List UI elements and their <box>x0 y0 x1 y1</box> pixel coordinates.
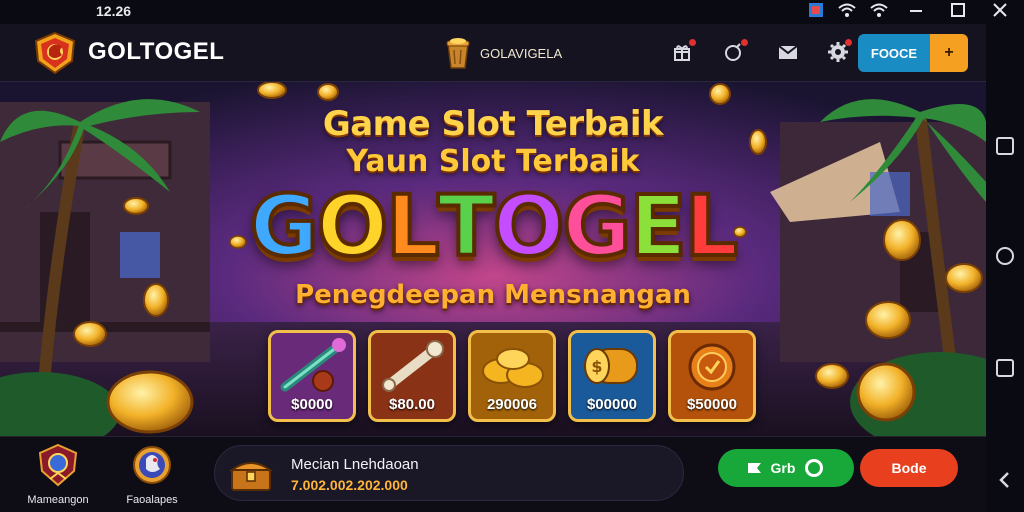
prize-price: $0000 <box>291 396 333 413</box>
system-nav-rail <box>986 24 1024 512</box>
logo-letter: G <box>248 175 321 277</box>
logo-letter: G <box>560 175 633 277</box>
banner-subtitle: Penegdeepan Mensnangan <box>295 280 691 310</box>
prize-card[interactable]: 290006 <box>468 330 556 422</box>
app-header: GOLTOGEL GOLAVIGELA FOOCE + <box>0 24 986 82</box>
svg-text:$: $ <box>591 357 602 376</box>
prize-price: 290006 <box>486 396 538 413</box>
mail-icon[interactable] <box>774 38 802 66</box>
circle-icon[interactable] <box>995 246 1015 266</box>
jackpot-ticker[interactable]: Mecian Lnehdaoan 7.002.002.202.000 <box>214 445 684 501</box>
deposit-button-label: FOOCE <box>858 34 930 72</box>
footer-item-faoalapes[interactable]: Faoalapes <box>112 443 192 506</box>
notification-badge <box>689 39 696 46</box>
logo-letter: T <box>436 175 497 277</box>
banner-logo-text: GOLTOGEL <box>0 175 986 277</box>
banner-title-secondary: Yaun Slot Terbaik <box>346 144 640 179</box>
prize-card[interactable]: $50000 <box>668 330 756 422</box>
staff-icon <box>280 338 346 392</box>
notification-badge <box>845 39 852 46</box>
prize-price: $00000 <box>586 396 638 413</box>
logo-letter: L <box>683 175 740 277</box>
treasure-chest-icon <box>229 462 273 491</box>
wifi-icon <box>870 3 888 17</box>
status-time: 12.26 <box>96 3 132 19</box>
coin-roll-icon: $ <box>584 348 638 384</box>
logo-letter: L <box>384 175 441 277</box>
minimize-icon[interactable] <box>902 2 930 18</box>
gear-icon[interactable] <box>824 38 852 66</box>
featured-game[interactable]: GOLAVIGELA <box>444 36 562 70</box>
rooster-emblem-icon <box>133 446 171 484</box>
logo-letter: O <box>315 175 390 277</box>
screen: 12.26 GOLTOGEL GOLAVIGELA FOOCE + Game S… <box>0 0 1024 512</box>
claim-button-label: Grb <box>770 460 796 476</box>
coin-badge-icon <box>805 459 824 477</box>
bomb-icon[interactable] <box>720 38 748 66</box>
featured-game-label: GOLAVIGELA <box>480 45 563 61</box>
gold-coins-icon <box>482 348 544 388</box>
flag-icon <box>747 463 761 473</box>
footer-item-mameangon[interactable]: Mameangon <box>18 443 98 506</box>
footer-item-label: Faoalapes <box>126 494 178 506</box>
brand-logo[interactable] <box>32 31 78 75</box>
promo-banner[interactable]: Game Slot Terbaik Yaun Slot Terbaik GOLT… <box>0 82 986 436</box>
banner-title: Game Slot Terbaik <box>322 104 664 144</box>
footer-item-label: Mameangon <box>27 494 89 506</box>
brand-name: GOLTOGEL <box>88 38 225 65</box>
claim-button[interactable]: Grb <box>718 449 854 487</box>
wrench-icon <box>382 340 444 392</box>
square-icon[interactable] <box>995 136 1015 156</box>
bottom-bar: Mameangon Faoalapes Mecian Lnehdaoan 7.0… <box>0 436 986 512</box>
prize-price: $80.00 <box>389 396 435 413</box>
square-icon[interactable] <box>995 358 1015 378</box>
medal-coin-icon <box>688 343 736 391</box>
notification-badge <box>741 39 748 46</box>
bonus-button[interactable]: Bode <box>860 449 958 487</box>
gift-icon[interactable] <box>668 38 696 66</box>
status-bar: 12.26 <box>0 0 1024 24</box>
app-thumbnail-icon[interactable] <box>808 2 824 18</box>
jackpot-title: Mecian Lnehdaoan <box>291 456 419 473</box>
prize-cards: $0000 $80.00 290006 $ $00000 $50000 <box>268 330 756 422</box>
bonus-button-label: Bode <box>891 460 927 476</box>
plus-icon: + <box>930 34 968 72</box>
close-icon[interactable] <box>986 2 1014 18</box>
logo-letter: E <box>627 175 688 277</box>
prize-card[interactable]: $0000 <box>268 330 356 422</box>
prize-card[interactable]: $ $00000 <box>568 330 656 422</box>
deposit-button[interactable]: FOOCE + <box>858 34 968 72</box>
bucket-icon <box>446 38 470 69</box>
wifi-icon <box>838 3 856 17</box>
prize-card[interactable]: $80.00 <box>368 330 456 422</box>
back-chevron-icon[interactable] <box>995 470 1015 490</box>
maximize-icon[interactable] <box>944 2 972 18</box>
prize-price: $50000 <box>686 396 738 413</box>
shield-emblem-icon <box>38 443 78 487</box>
jackpot-amount: 7.002.002.202.000 <box>291 477 408 493</box>
logo-letter: O <box>491 175 566 277</box>
